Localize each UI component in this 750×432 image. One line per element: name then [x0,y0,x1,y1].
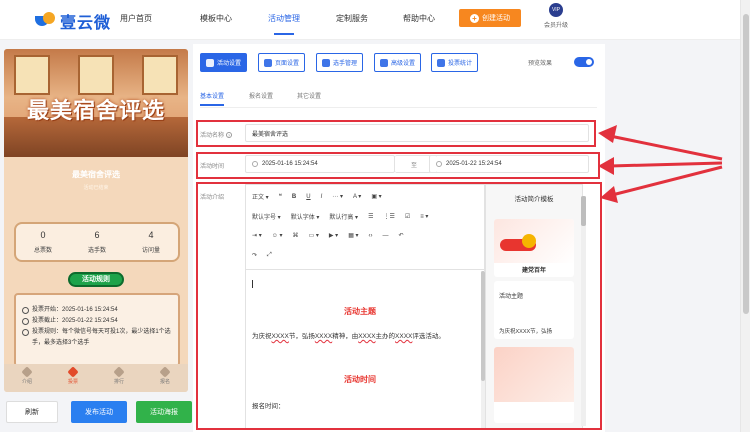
rule-text: 投票规则：每个微信号每天可投1次，最少选择1个选手，最多选择3个选手 [32,329,171,346]
gear-icon [264,58,272,67]
nav-activity-management[interactable]: 活动管理 [268,13,300,35]
stat-label: 总票数 [33,248,52,254]
users-icon [322,58,330,67]
vip-upgrade-label: 会员升级 [543,23,568,29]
stat-value: 4 [148,230,154,240]
rules-box: 投票开始：2025-01-16 15:24:54 投票截止：2025-01-22… [14,293,180,367]
highlight-box-time [196,152,600,179]
preview-tab-label: 投票 [67,379,78,385]
preview-tab-label: 介绍 [21,379,32,385]
vote-icon [67,366,79,378]
subtab-signup-settings[interactable]: 报名设置 [249,91,273,100]
tab-label: 投票统计 [448,61,473,67]
stat-label: 访问量 [141,248,160,254]
clock-icon [22,307,29,314]
clock-icon [22,318,29,325]
ranking-icon [113,366,125,378]
activity-rules-button[interactable]: 活动规则 [68,272,124,287]
stat-value: 0 [40,230,46,240]
home-icon [21,366,33,378]
sliders-icon [380,58,388,67]
rule-item: 投票规则：每个微信号每天可投1次，最少选择1个选手，最多选择3个选手 [22,327,172,349]
scrollbar-thumb[interactable] [743,14,749,314]
tab-contestant-management[interactable]: 选手管理 [316,53,364,72]
create-activity-label: 创建活动 [482,15,510,22]
info-icon [22,329,29,336]
banner-window-decoration [142,55,178,95]
rule-text: 投票截止：2025-01-22 15:24:54 [32,318,118,324]
stat-label: 选手数 [87,248,106,254]
stat-total-votes: 0 总票数 [16,224,70,260]
brand-name: 壹云微 [60,15,112,32]
preview-tab-bar: 介绍 投票 排行 报名 [4,364,188,392]
brand-logo[interactable]: 壹云微 [35,9,111,33]
logo-icon [35,12,57,30]
highlight-box-intro [196,182,602,430]
subtab-basic-settings[interactable]: 基本设置 [200,91,225,106]
banner-window-decoration [78,55,114,95]
preview-toggle-label: 预览效果 [528,61,553,67]
banner-window-decoration [14,55,50,95]
tab-label: 活动设置 [217,61,242,67]
refresh-button[interactable]: 刷新 [6,401,58,423]
top-navigation-bar: 壹云微 用户首页 模板中心 活动管理 定制服务 帮助中心 + 创建活动 VIP … [0,0,740,40]
preview-tab-ranking[interactable]: 排行 [96,364,142,392]
nav-user-home[interactable]: 用户首页 [120,13,152,24]
preview-banner: 最美宿舍评选 [4,49,188,157]
plus-icon: + [470,13,479,23]
signup-icon [159,366,171,378]
bar-chart-icon [437,58,445,67]
rule-item: 投票截止：2025-01-22 15:24:54 [22,316,172,327]
tab-label: 页面设置 [275,61,300,67]
tab-label: 高级设置 [391,61,416,67]
tab-page-settings[interactable]: 页面设置 [258,53,306,72]
preview-tab-label: 报名 [159,379,170,385]
preview-tab-intro[interactable]: 介绍 [4,364,50,392]
tab-activity-settings[interactable]: 活动设置 [200,53,248,72]
tab-advanced-settings[interactable]: 高级设置 [374,53,422,72]
preview-tab-vote[interactable]: 投票 [50,364,96,392]
create-activity-button[interactable]: + 创建活动 [459,9,521,27]
stat-value: 6 [94,230,100,240]
gear-icon [206,58,214,67]
rule-item: 投票开始：2025-01-16 15:24:54 [22,305,172,316]
preview-tab-signup[interactable]: 报名 [142,364,188,392]
tab-vote-statistics[interactable]: 投票统计 [431,53,479,72]
page-scrollbar[interactable] [740,0,750,432]
stat-visits: 4 访问量 [124,224,178,260]
divider [200,107,597,108]
nav-custom-service[interactable]: 定制服务 [336,13,368,24]
publish-activity-button[interactable]: 发布活动 [71,401,127,423]
rule-text: 投票开始：2025-01-16 15:24:54 [32,307,118,313]
mobile-preview: 最美宿舍评选 最美宿舍评选 活动已结束 0 总票数 6 选手数 4 访问量 活动… [4,49,188,392]
nav-help-center[interactable]: 帮助中心 [403,13,435,24]
tab-label: 选手管理 [333,61,358,67]
vip-badge-icon: VIP [549,3,563,17]
vip-upgrade[interactable]: VIP 会员升级 [536,3,576,29]
activity-poster-button[interactable]: 活动海报 [136,401,192,423]
nav-template-center[interactable]: 模板中心 [200,13,232,24]
banner-title: 最美宿舍评选 [26,98,165,124]
preview-stats-box: 0 总票数 6 选手数 4 访问量 [14,222,180,262]
preview-activity-title: 最美宿舍评选 [72,170,120,179]
highlight-box-name [196,120,596,147]
subtab-other-settings[interactable]: 其它设置 [297,91,321,100]
preview-toggle[interactable] [574,57,594,67]
preview-tab-label: 排行 [113,379,124,385]
preview-activity-status: 活动已结束 [83,185,109,191]
stat-contestants: 6 选手数 [70,224,124,260]
